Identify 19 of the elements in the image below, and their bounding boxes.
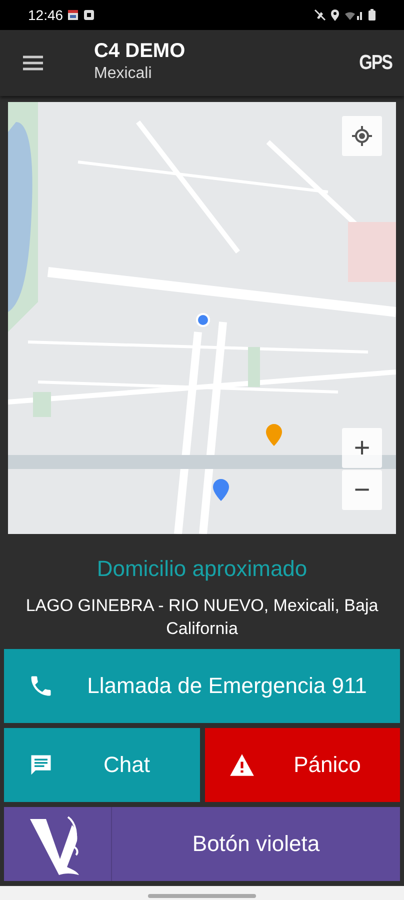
battery-icon	[368, 9, 376, 21]
address-heading: Domicilio aproximado	[96, 555, 308, 583]
app-notification-icon	[83, 9, 96, 21]
status-time: 12:46	[28, 6, 64, 24]
mute-icon	[314, 9, 326, 21]
zoom-out-button[interactable]: −	[342, 470, 382, 510]
signal-icon	[344, 9, 364, 21]
app-title: C4 DEMO	[94, 40, 186, 62]
address-text: LAGO GINEBRA - RIO NUEVO, Mexicali, Baja California	[24, 595, 380, 640]
my-location-icon	[351, 125, 373, 147]
my-location-button[interactable]	[342, 116, 382, 156]
panic-button[interactable]: Pánico	[204, 728, 400, 802]
help-button[interactable]: Botón violeta	[4, 806, 400, 881]
location-icon	[330, 9, 340, 21]
app-subtitle: Mexicali	[94, 64, 153, 84]
calendar-icon	[67, 9, 80, 21]
warning-icon	[228, 752, 254, 777]
gps-button[interactable]: GPS	[359, 48, 392, 78]
zoom-in-button[interactable]: +	[342, 428, 382, 468]
